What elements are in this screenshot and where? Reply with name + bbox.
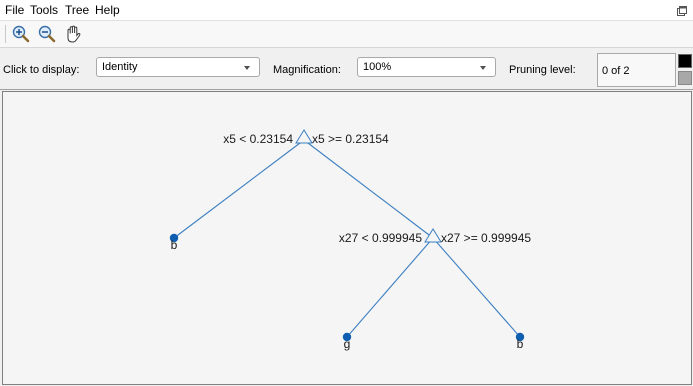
menu-file[interactable]: File: [5, 3, 24, 17]
toolbar-separator: [5, 25, 6, 43]
split-left-rule: x27 < 0.999945: [339, 231, 422, 245]
tree-diagram: x5 < 0.23154 x5 >= 0.23154 x27 < 0.99994…: [169, 129, 531, 351]
magnification-value: 100%: [363, 61, 392, 73]
undock-icon[interactable]: [677, 5, 687, 16]
pruning-value: 0 of 2: [602, 65, 630, 77]
root-decision-node[interactable]: [295, 129, 313, 144]
chevron-down-icon: [244, 66, 250, 70]
pruning-label: Pruning level:: [509, 64, 576, 76]
pruning-level-field[interactable]: 0 of 2: [597, 53, 676, 87]
tree-edge: [346, 237, 434, 338]
toolbar: [0, 21, 693, 48]
menu-tools[interactable]: Tools: [30, 3, 58, 17]
leaf-label: g: [344, 337, 351, 351]
display-controls: Click to display: Identity Magnification…: [0, 48, 693, 90]
display-value: Identity: [102, 61, 138, 73]
leaf-label: b: [171, 238, 178, 252]
tree-edge: [173, 139, 305, 239]
split-decision-node[interactable]: [424, 228, 442, 243]
chevron-down-icon: [480, 66, 486, 70]
menu-help[interactable]: Help: [95, 3, 120, 17]
tree-edge: [303, 139, 434, 239]
tree-edge: [432, 237, 521, 338]
display-dropdown[interactable]: Identity: [96, 57, 260, 77]
magnification-label: Magnification:: [273, 64, 341, 76]
menu-tree[interactable]: Tree: [65, 3, 89, 17]
display-label: Click to display:: [3, 64, 80, 76]
menu-bar: File Tools Tree Help: [0, 0, 693, 21]
split-right-rule: x27 >= 0.999945: [441, 231, 531, 245]
zoom-in-icon[interactable]: [11, 24, 31, 44]
magnification-dropdown[interactable]: 100%: [357, 57, 496, 77]
root-left-rule: x5 < 0.23154: [223, 132, 293, 146]
pruning-increase-button[interactable]: [678, 54, 692, 68]
zoom-out-icon[interactable]: [37, 24, 57, 44]
pruning-decrease-button[interactable]: [678, 71, 692, 85]
pan-hand-icon[interactable]: [63, 24, 83, 44]
leaf-label: b: [517, 337, 524, 351]
root-right-rule: x5 >= 0.23154: [312, 132, 389, 146]
tree-canvas[interactable]: x5 < 0.23154 x5 >= 0.23154 x27 < 0.99994…: [2, 91, 692, 385]
